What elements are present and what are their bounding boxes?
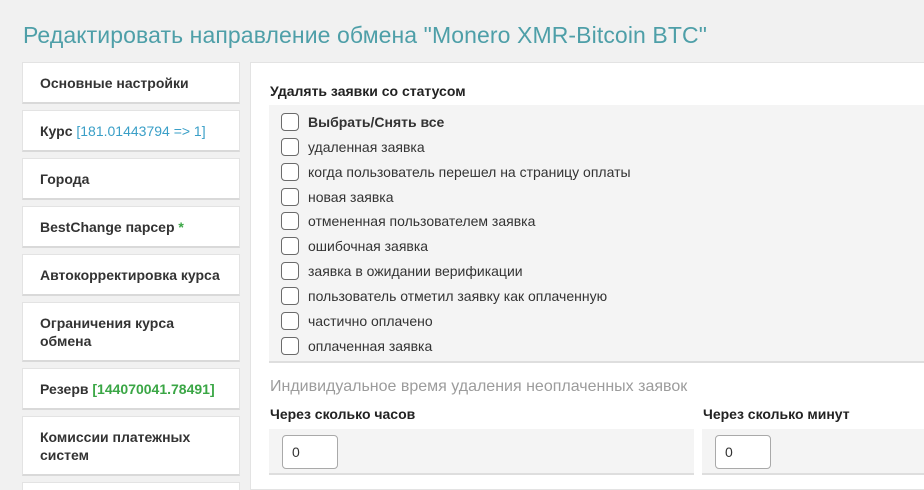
sidebar-item-bestchange-parser[interactable]: BestChange парсер * bbox=[22, 206, 240, 248]
hours-input[interactable] bbox=[282, 435, 338, 469]
sidebar-item-label: Города bbox=[40, 170, 90, 187]
sidebar-item-rate-autocorrection[interactable]: Автокорректировка курса bbox=[22, 254, 240, 296]
status-checkbox-deleted[interactable]: удаленная заявка bbox=[281, 138, 425, 156]
checkbox-icon[interactable] bbox=[281, 113, 299, 131]
sidebar-item-rate-limits[interactable]: Ограничения курса обмена bbox=[22, 302, 240, 362]
status-checkbox-payment-page[interactable]: когда пользователь перешел на страницу о… bbox=[281, 163, 631, 181]
sidebar-item-label: Курс bbox=[40, 122, 77, 139]
top-bar bbox=[0, 0, 924, 8]
rate-value: [181.01443794 => 1] bbox=[76, 122, 206, 139]
checkbox-label: отмененная пользователем заявка bbox=[308, 213, 536, 229]
minutes-field-container bbox=[702, 429, 924, 475]
checkbox-icon[interactable] bbox=[281, 287, 299, 305]
sidebar-item-main-settings[interactable]: Основные настройки bbox=[22, 62, 240, 104]
status-checkbox-paid[interactable]: оплаченная заявка bbox=[281, 337, 432, 355]
reserve-value: [144070041.78491] bbox=[92, 380, 215, 397]
checkbox-label: оплаченная заявка bbox=[308, 338, 433, 354]
checkbox-icon[interactable] bbox=[281, 237, 299, 255]
sidebar-item-label: Резерв bbox=[40, 380, 93, 397]
main-panel: Удалять заявки со статусом Выбрать/Снять… bbox=[250, 62, 924, 490]
sidebar-item-label: BestChange парсер bbox=[40, 218, 179, 235]
checkbox-label: заявка в ожидании верификации bbox=[308, 263, 523, 279]
checkbox-icon[interactable] bbox=[281, 163, 299, 181]
select-all-checkbox[interactable]: Выбрать/Снять все bbox=[281, 113, 444, 131]
sidebar-item-cities[interactable]: Города bbox=[22, 158, 240, 200]
hours-label: Через сколько часов bbox=[270, 406, 416, 422]
required-star: * bbox=[178, 218, 184, 235]
statuses-heading: Удалять заявки со статусом bbox=[270, 83, 466, 99]
timeout-heading: Индивидуальное время удаления неоплаченн… bbox=[270, 378, 688, 395]
minutes-label: Через сколько минут bbox=[703, 406, 850, 422]
checkbox-icon[interactable] bbox=[281, 188, 299, 206]
sidebar-item-label: Автокорректировка курса bbox=[40, 266, 220, 283]
sidebar-item-next[interactable] bbox=[22, 482, 240, 490]
checkbox-icon[interactable] bbox=[281, 337, 299, 355]
sidebar-item-rate[interactable]: Курс [181.01443794 => 1] bbox=[22, 110, 240, 152]
status-checkbox-new[interactable]: новая заявка bbox=[281, 188, 394, 206]
checkbox-icon[interactable] bbox=[281, 262, 299, 280]
checkbox-label: новая заявка bbox=[308, 189, 394, 205]
sidebar-item-label: Ограничения курса обмена bbox=[40, 314, 175, 349]
checkbox-label: частично оплачено bbox=[308, 313, 433, 329]
checkbox-label: когда пользователь перешел на страницу о… bbox=[308, 164, 631, 180]
checkbox-label: удаленная заявка bbox=[308, 139, 425, 155]
page-title: Редактировать направление обмена "Monero… bbox=[23, 22, 707, 48]
sidebar: Основные настройки Курс [181.01443794 =>… bbox=[22, 62, 240, 490]
checkbox-icon[interactable] bbox=[281, 212, 299, 230]
status-checkbox-marked-paid[interactable]: пользователь отметил заявку как оплаченн… bbox=[281, 287, 607, 305]
sidebar-item-payment-fees[interactable]: Комиссии платежных систем bbox=[22, 416, 240, 476]
status-checkbox-partially-paid[interactable]: частично оплачено bbox=[281, 312, 433, 330]
minutes-input[interactable] bbox=[715, 435, 771, 469]
checkbox-label: Выбрать/Снять все bbox=[308, 114, 445, 130]
status-checklist: Выбрать/Снять все удаленная заявка когда… bbox=[269, 105, 924, 363]
sidebar-item-label: Основные настройки bbox=[40, 74, 189, 91]
sidebar-item-label: Комиссии платежных систем bbox=[40, 428, 191, 463]
status-checkbox-cancelled[interactable]: отмененная пользователем заявка bbox=[281, 212, 535, 230]
checkbox-label: пользователь отметил заявку как оплаченн… bbox=[308, 288, 608, 304]
hours-field-container bbox=[269, 429, 694, 475]
checkbox-label: ошибочная заявка bbox=[308, 238, 429, 254]
checkbox-icon[interactable] bbox=[281, 138, 299, 156]
status-checkbox-verification[interactable]: заявка в ожидании верификации bbox=[281, 262, 523, 280]
checkbox-icon[interactable] bbox=[281, 312, 299, 330]
sidebar-item-reserve[interactable]: Резерв [144070041.78491] bbox=[22, 368, 240, 410]
status-checkbox-error[interactable]: ошибочная заявка bbox=[281, 237, 428, 255]
